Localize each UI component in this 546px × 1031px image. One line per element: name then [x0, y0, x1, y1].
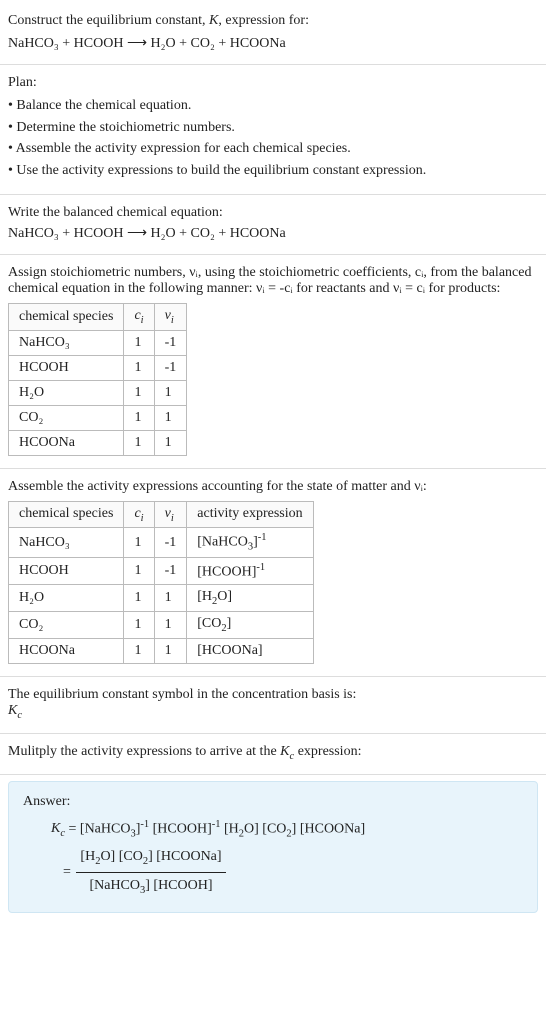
- cell-vi: 1: [154, 405, 187, 430]
- cell-activity: [CO2]: [187, 612, 313, 639]
- stoich-table: chemical species ci νi NaHCO₃ 1 -1 HCOOH…: [8, 303, 187, 456]
- cell-ci: 1: [124, 639, 154, 664]
- table-row: NaHCO₃ 1 -1: [9, 330, 187, 355]
- cell-vi: -1: [154, 557, 187, 585]
- cell-activity: [HCOOH]-1: [187, 557, 313, 585]
- answer-label: Answer:: [23, 794, 523, 810]
- cell-activity: [HCOONa]: [187, 639, 313, 664]
- intro-equation: NaHCO₃ + HCOOH ⟶ H₂O + CO₂ + HCOONa: [8, 35, 538, 52]
- cell-vi: -1: [154, 330, 187, 355]
- cell-species: HCOONa: [9, 430, 124, 455]
- fraction: [H2O] [CO2] [HCOONa] [NaHCO3] [HCOOH]: [76, 844, 225, 900]
- cell-ci: 1: [124, 612, 154, 639]
- table-row: CO₂ 1 1 [CO2]: [9, 612, 314, 639]
- activities-table: chemical species ci νi activity expressi…: [8, 501, 314, 665]
- cell-ci: 1: [124, 585, 154, 612]
- plan-item: Balance the chemical equation.: [8, 95, 538, 117]
- balanced-equation: NaHCO₃ + HCOOH ⟶ H₂O + CO₂ + HCOONa: [8, 225, 538, 242]
- intro-title: Construct the equilibrium constant, K, e…: [8, 10, 538, 31]
- col-ci: ci: [124, 501, 154, 528]
- table-row: NaHCO₃ 1 -1 [NaHCO3]-1: [9, 528, 314, 557]
- table-header-row: chemical species ci νi activity expressi…: [9, 501, 314, 528]
- plan-item: Use the activity expressions to build th…: [8, 160, 538, 182]
- table-row: CO₂ 1 1: [9, 405, 187, 430]
- cell-vi: 1: [154, 612, 187, 639]
- col-species: chemical species: [9, 303, 124, 330]
- table-row: HCOONa 1 1: [9, 430, 187, 455]
- col-vi: νi: [154, 303, 187, 330]
- table-row: HCOOH 1 -1: [9, 355, 187, 380]
- cell-ci: 1: [124, 405, 154, 430]
- cell-species: H₂O: [9, 380, 124, 405]
- col-vi: νi: [154, 501, 187, 528]
- balanced-section: Write the balanced chemical equation: Na…: [0, 195, 546, 255]
- activities-section: Assemble the activity expressions accoun…: [0, 469, 546, 678]
- cell-vi: 1: [154, 380, 187, 405]
- cell-species: HCOOH: [9, 355, 124, 380]
- table-header-row: chemical species ci νi: [9, 303, 187, 330]
- cell-species: HCOONa: [9, 639, 124, 664]
- answer-fraction: = [H2O] [CO2] [HCOONa] [NaHCO3] [HCOOH]: [23, 844, 523, 900]
- multiply-text: Mulitply the activity expressions to arr…: [8, 744, 361, 759]
- kc-symbol: Kc: [8, 703, 538, 721]
- cell-vi: -1: [154, 355, 187, 380]
- fraction-numerator: [H2O] [CO2] [HCOONa]: [76, 844, 225, 873]
- cell-species: H₂O: [9, 585, 124, 612]
- answer-expression: Kc = [NaHCO3]-1 [HCOOH]-1 [H2O] [CO2] [H…: [23, 816, 523, 844]
- cell-species: HCOOH: [9, 557, 124, 585]
- table-row: HCOOH 1 -1 [HCOOH]-1: [9, 557, 314, 585]
- assign-text: Assign stoichiometric numbers, νᵢ, using…: [8, 265, 538, 297]
- cell-ci: 1: [124, 557, 154, 585]
- multiply-section: Mulitply the activity expressions to arr…: [0, 734, 546, 775]
- cell-species: NaHCO₃: [9, 528, 124, 557]
- table-row: HCOONa 1 1 [HCOONa]: [9, 639, 314, 664]
- plan-item: Assemble the activity expression for eac…: [8, 138, 538, 160]
- col-ci: ci: [124, 303, 154, 330]
- kc-symbol-text: The equilibrium constant symbol in the c…: [8, 687, 538, 703]
- cell-activity: [H2O]: [187, 585, 313, 612]
- cell-ci: 1: [124, 528, 154, 557]
- cell-species: NaHCO₃: [9, 330, 124, 355]
- intro-section: Construct the equilibrium constant, K, e…: [0, 0, 546, 65]
- plan-section: Plan: Balance the chemical equation. Det…: [0, 65, 546, 195]
- table-row: H₂O 1 1: [9, 380, 187, 405]
- plan-item: Determine the stoichiometric numbers.: [8, 117, 538, 139]
- cell-vi: 1: [154, 430, 187, 455]
- answer-box: Answer: Kc = [NaHCO3]-1 [HCOOH]-1 [H2O] …: [8, 781, 538, 914]
- kc-symbol-section: The equilibrium constant symbol in the c…: [0, 677, 546, 734]
- table-row: H₂O 1 1 [H2O]: [9, 585, 314, 612]
- cell-species: CO₂: [9, 612, 124, 639]
- fraction-denominator: [NaHCO3] [HCOOH]: [76, 873, 225, 901]
- cell-vi: 1: [154, 639, 187, 664]
- col-activity: activity expression: [187, 501, 313, 528]
- plan-list: Balance the chemical equation. Determine…: [8, 95, 538, 182]
- cell-ci: 1: [124, 330, 154, 355]
- cell-ci: 1: [124, 430, 154, 455]
- plan-heading: Plan:: [8, 75, 538, 91]
- assign-section: Assign stoichiometric numbers, νᵢ, using…: [0, 255, 546, 469]
- cell-vi: 1: [154, 585, 187, 612]
- cell-ci: 1: [124, 355, 154, 380]
- activities-text: Assemble the activity expressions accoun…: [8, 479, 538, 495]
- col-species: chemical species: [9, 501, 124, 528]
- cell-vi: -1: [154, 528, 187, 557]
- balanced-heading: Write the balanced chemical equation:: [8, 205, 538, 221]
- cell-ci: 1: [124, 380, 154, 405]
- cell-species: CO₂: [9, 405, 124, 430]
- cell-activity: [NaHCO3]-1: [187, 528, 313, 557]
